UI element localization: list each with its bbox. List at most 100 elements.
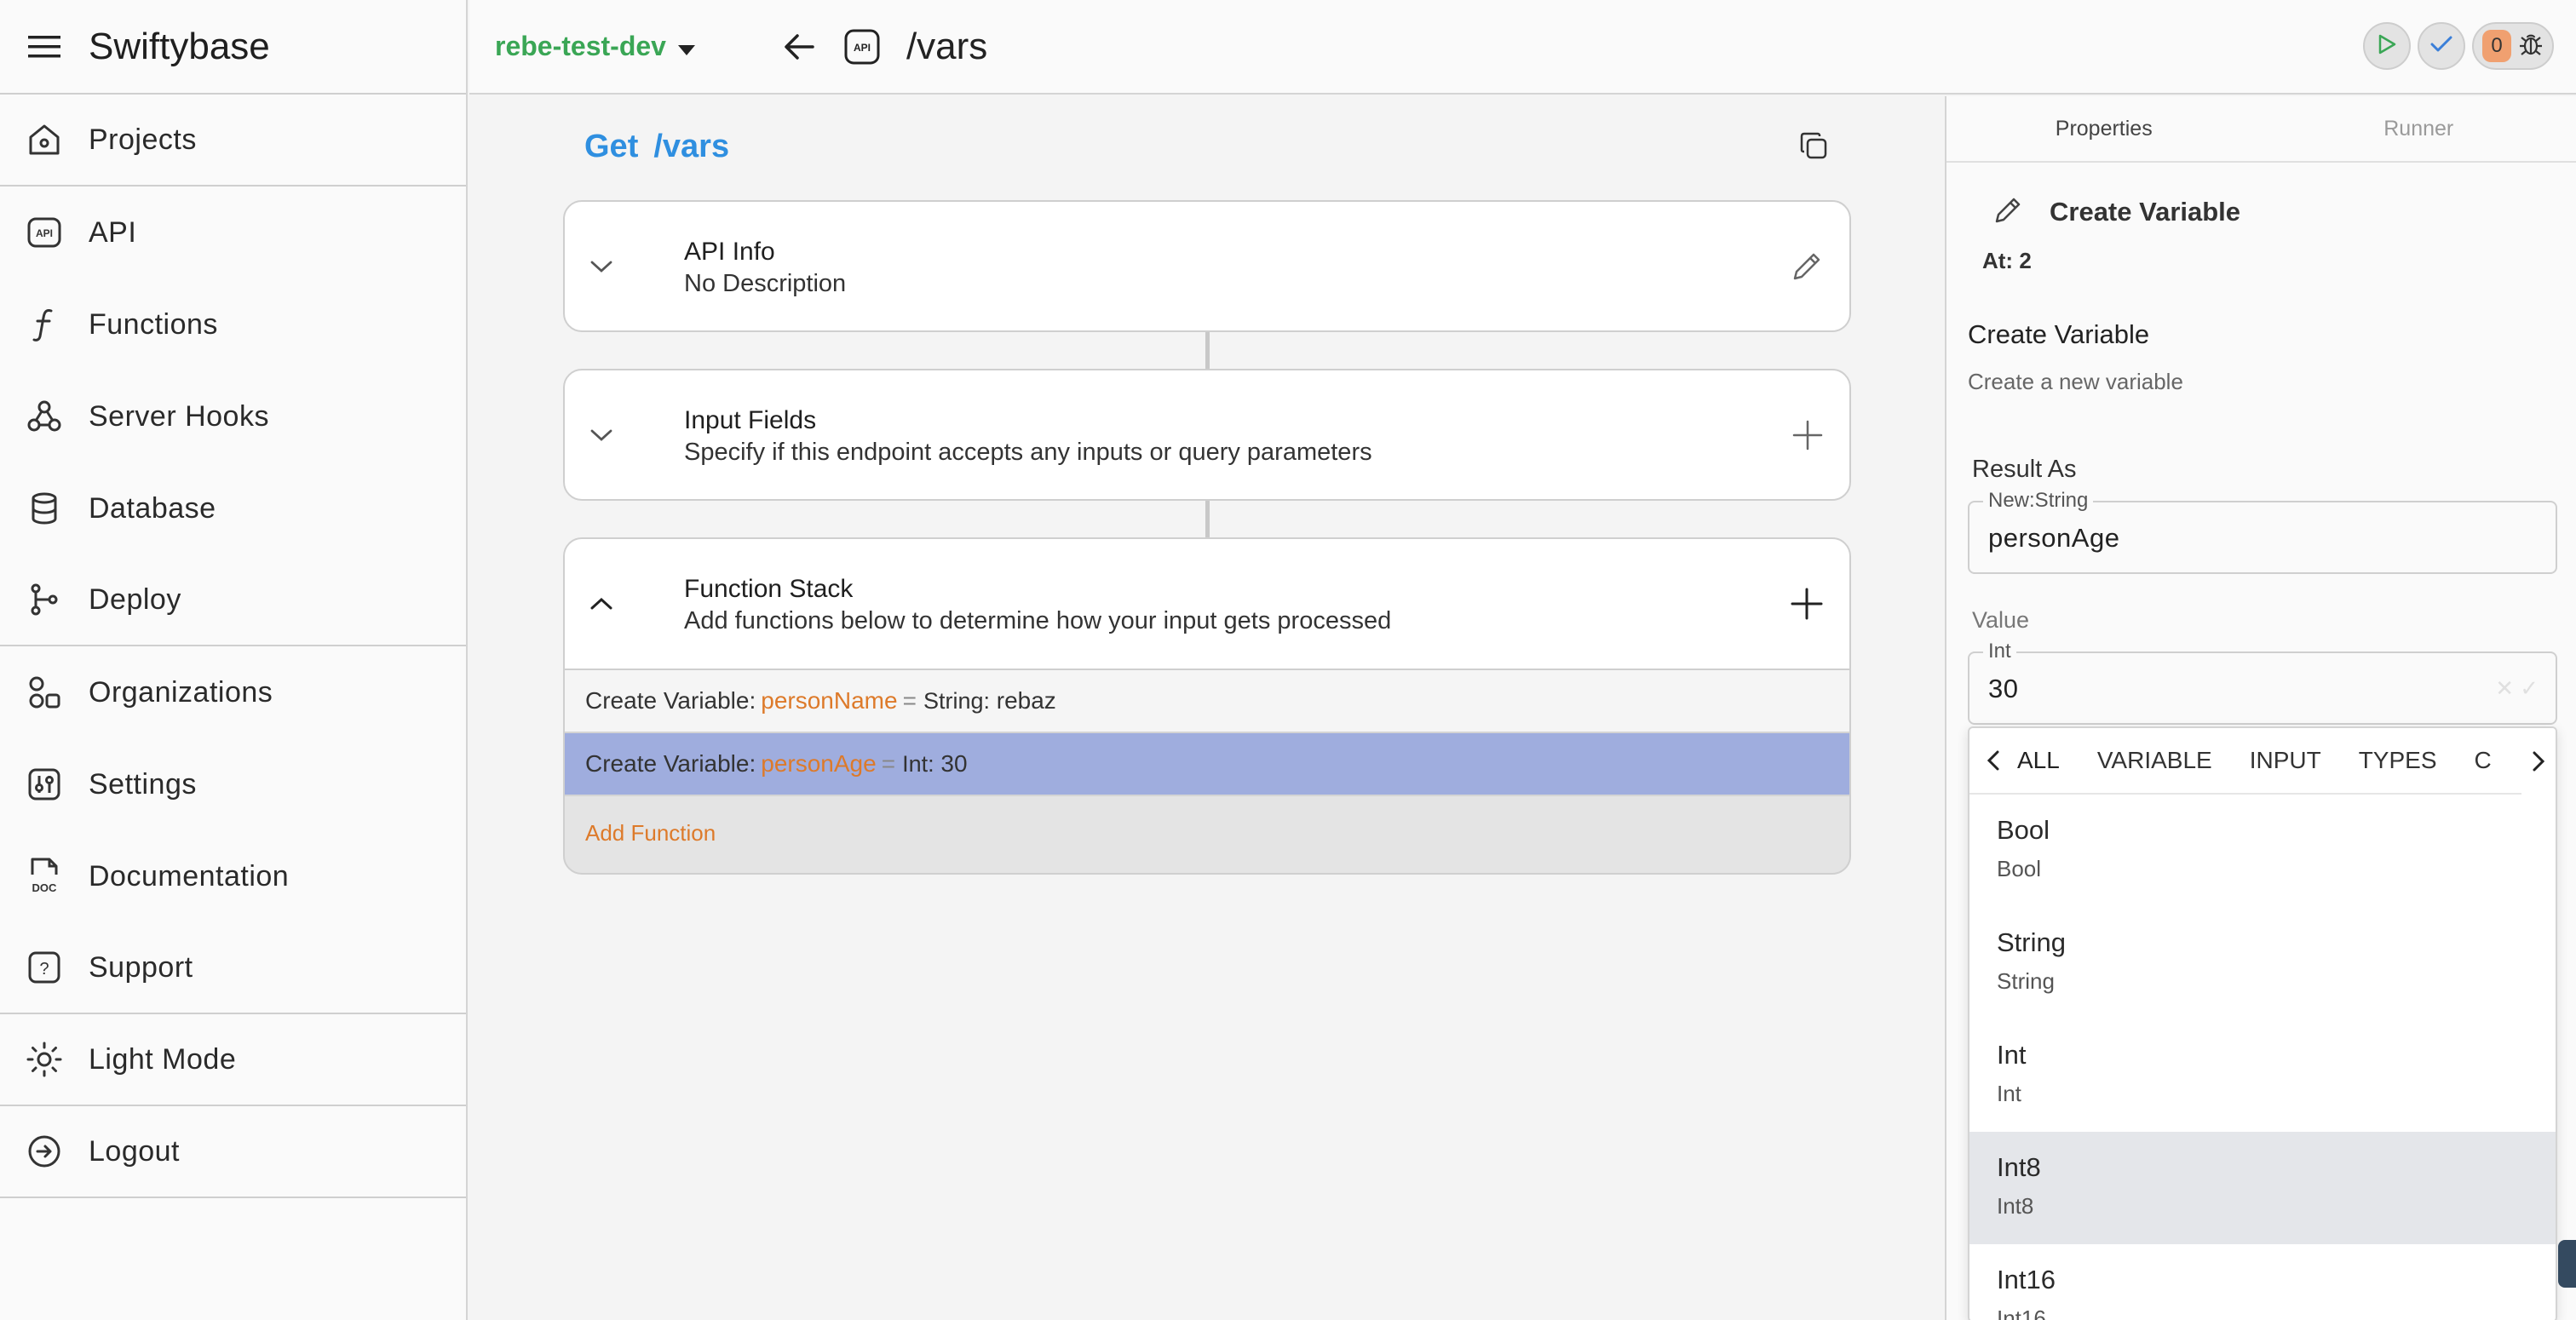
chevron-right-icon[interactable] [2521,728,2556,795]
svg-text:?: ? [39,960,49,979]
sidebar-item-projects[interactable]: Projects [0,95,466,187]
function-stack-card: Function Stack Add functions below to de… [563,537,1851,875]
copy-icon[interactable] [1798,130,1829,165]
picker-option-int[interactable]: Int Int [1969,1019,2556,1132]
side-drawer-handle[interactable] [2558,1240,2576,1288]
check-icon [2430,36,2452,57]
equals-sign: = [881,750,896,777]
sidebar-item-logout[interactable]: Logout [0,1106,466,1198]
sidebar-item-label: Support [89,950,193,984]
sidebar-item-deploy[interactable]: Deploy [0,554,466,646]
function-stack-header[interactable]: Function Stack Add functions below to de… [565,539,1849,670]
picker-tab-variable[interactable]: VARIABLE [2097,747,2212,774]
option-name: Bool [1997,815,2050,845]
value-type: String: [923,687,990,714]
sidebar-item-light-mode[interactable]: Light Mode [0,1014,466,1106]
picker-tab-more[interactable]: C [2475,747,2492,774]
picker-option-int8[interactable]: Int8 Int8 [1969,1132,2556,1244]
card-subtitle: Add functions below to determine how you… [684,607,1392,634]
equals-sign: = [902,687,917,714]
sidebar-item-support[interactable]: ? Support [0,922,466,1014]
picker-tabs: ALL VARIABLE INPUT TYPES C [1969,728,2556,795]
svg-text:API: API [36,227,53,239]
function-row-selected[interactable]: Create Variable: personAge = Int: 30 [565,733,1849,796]
chevron-up-icon[interactable] [590,539,612,669]
sidebar-item-settings[interactable]: Settings [0,738,466,830]
api-badge-icon: API [843,28,881,66]
add-input-plus-icon[interactable] [1791,370,1824,499]
sidebar-item-organizations[interactable]: Organizations [0,646,466,738]
sidebar-item-label: Projects [89,123,197,156]
api-icon: API [0,214,89,251]
database-icon [0,490,89,527]
picker-tab-types[interactable]: TYPES [2359,747,2437,774]
chevron-down-icon[interactable] [590,202,612,330]
sidebar-item-label: API [89,215,137,249]
add-function-link[interactable]: Add Function [565,796,1849,847]
sidebar: Swiftybase Projects API API Functions Se… [0,0,468,1320]
sidebar-item-label: Functions [89,307,218,341]
error-count-badge: 0 [2482,30,2511,62]
tab-properties[interactable]: Properties [1946,96,2262,161]
flow-connector [1205,332,1210,369]
chevron-down-icon[interactable] [590,370,612,499]
sidebar-item-functions[interactable]: Functions [0,278,466,370]
play-icon [2378,34,2396,59]
branch-icon [0,581,89,618]
sidebar-item-server-hooks[interactable]: Server Hooks [0,370,466,462]
sidebar-item-database[interactable]: Database [0,462,466,554]
edit-pencil-icon[interactable] [1790,202,1824,330]
picker-option-string[interactable]: String String [1969,907,2556,1019]
endpoint-canvas: Get/vars API Info No Description Input F… [469,96,1943,1320]
tab-runner[interactable]: Runner [2262,96,2576,161]
result-as-field[interactable]: New:String personAge [1968,489,2557,574]
picker-option-bool[interactable]: Bool Bool [1969,795,2556,907]
top-bar: rebe-test-dev API /vars 0 [469,0,2576,95]
variable-value: 30 [940,750,968,777]
picker-tab-input[interactable]: INPUT [2250,747,2321,774]
organizations-icon [0,674,89,711]
debug-button[interactable]: 0 [2472,22,2554,70]
sidebar-item-documentation[interactable]: DOC Documentation [0,830,466,922]
panel-header: Create Variable [1993,194,2240,229]
clear-confirm-icon[interactable]: ✕ ✓ [2495,675,2539,702]
svg-text:API: API [854,42,871,54]
input-fields-card[interactable]: Input Fields Specify if this endpoint ac… [563,369,1851,501]
run-button[interactable] [2363,22,2411,70]
environment-selector[interactable]: rebe-test-dev [495,31,695,62]
option-name: Int16 [1997,1265,2056,1294]
option-name: Int8 [1997,1152,2041,1182]
option-description: Int16 [1997,1306,2046,1320]
logout-icon [0,1133,89,1170]
doc-icon: DOC [0,856,89,897]
card-subtitle: Specify if this endpoint accepts any inp… [684,439,1372,466]
sidebar-item-api[interactable]: API API [0,187,466,278]
card-subtitle: No Description [684,270,847,297]
function-title: Create Variable [1968,319,2150,349]
endpoint-heading: Get/vars [584,129,729,165]
settings-icon [0,766,89,803]
sidebar-item-label: Documentation [89,859,290,892]
validate-button[interactable] [2418,22,2465,70]
value-input-value: 30 [1988,674,2019,703]
function-row[interactable]: Create Variable: personName = String: re… [565,670,1849,733]
sidebar-item-label: Organizations [89,675,273,709]
card-title: API Info [684,238,775,266]
api-info-card[interactable]: API Info No Description [563,200,1851,332]
result-as-label: Result As [1972,456,2077,483]
value-type-legend: Int [1983,640,2016,663]
sidebar-item-label: Light Mode [89,1042,237,1076]
bug-icon [2518,32,2544,61]
back-arrow-icon[interactable] [784,33,814,60]
sidebar-item-label: Logout [89,1134,180,1168]
home-icon [0,121,89,158]
picker-tab-all[interactable]: ALL [2017,747,2060,774]
picker-option-int16[interactable]: Int16 Int16 [1969,1244,2556,1320]
sidebar-item-label: Server Hooks [89,399,269,433]
variable-name: personAge [761,750,877,777]
chevron-left-icon[interactable] [1969,750,2017,771]
value-field[interactable]: Int 30 ✕ ✓ [1968,640,2557,725]
hamburger-menu-icon[interactable] [0,34,89,60]
sidebar-item-label: Database [89,491,216,525]
add-function-plus-icon[interactable] [1790,539,1824,669]
